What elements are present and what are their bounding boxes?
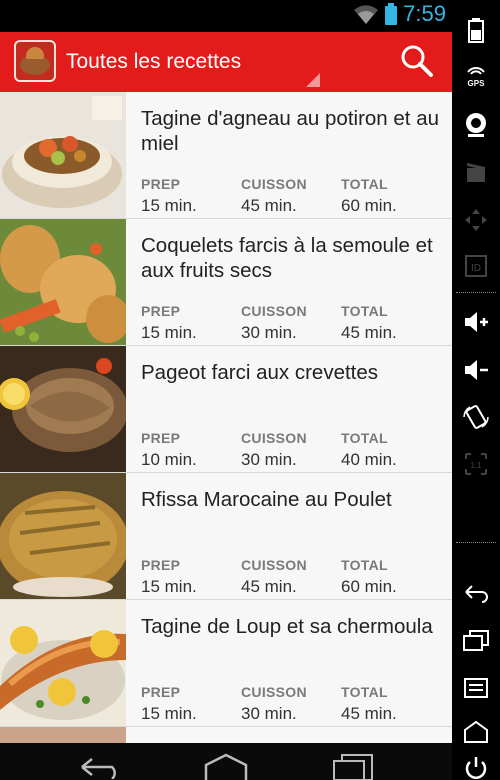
dropdown-indicator-icon[interactable] (306, 73, 320, 87)
recipe-times: PREP 15 min. CUISSON 30 min. TOTAL 45 min. (141, 684, 441, 724)
total-value: 60 min. (341, 577, 397, 596)
recents-icon[interactable] (462, 626, 490, 654)
cook-label: CUISSON (241, 557, 307, 573)
recipe-thumbnail (0, 346, 126, 472)
total-value: 45 min. (341, 323, 397, 342)
phone-screen: 7:59 Toutes les recettes Tagine d'agneau… (0, 0, 452, 743)
cook-value: 45 min. (241, 196, 297, 215)
total-label: TOTAL (341, 303, 388, 319)
status-clock: 7:59 (403, 1, 446, 26)
svg-text:1:1: 1:1 (470, 461, 482, 470)
navigation-bar (0, 743, 500, 780)
back-icon[interactable] (462, 578, 490, 606)
total-label: TOTAL (341, 557, 388, 573)
list-item[interactable]: Tagine de Loup et sa chermoula PREP 15 mi… (0, 600, 452, 727)
prep-label: PREP (141, 176, 181, 192)
cook-value: 30 min. (241, 323, 297, 342)
prep-value: 15 min. (141, 577, 197, 596)
volume-down-icon[interactable] (462, 356, 490, 384)
recipe-thumbnail (0, 92, 126, 218)
recipe-thumbnail (0, 473, 126, 599)
menu-icon[interactable] (462, 674, 490, 702)
back-icon[interactable] (78, 755, 122, 779)
recipe-title: Tagine de Loup et sa chermoula (141, 615, 433, 638)
home-icon[interactable] (203, 753, 249, 780)
dpad-icon[interactable] (462, 206, 490, 234)
id-icon[interactable]: ID (462, 252, 490, 280)
total-label: TOTAL (341, 684, 388, 700)
total-value: 40 min. (341, 450, 397, 469)
prep-value: 15 min. (141, 196, 197, 215)
total-label: TOTAL (341, 176, 388, 192)
page-title[interactable]: Toutes les recettes (66, 50, 241, 74)
volume-up-icon[interactable] (462, 308, 490, 336)
prep-value: 15 min. (141, 704, 197, 723)
cook-label: CUISSON (241, 303, 307, 319)
prep-label: PREP (141, 430, 181, 446)
camera-icon[interactable] (462, 110, 490, 138)
recipe-times: PREP 10 min. CUISSON 30 min. TOTAL 40 min. (141, 430, 441, 470)
prep-label: PREP (141, 684, 181, 700)
recipe-title: Pageot farci aux crevettes (141, 361, 379, 384)
recipe-thumbnail (0, 600, 126, 726)
battery-icon (385, 3, 398, 25)
recipe-thumbnail (0, 219, 126, 345)
cook-label: CUISSON (241, 684, 307, 700)
recipe-title: Rfissa Marocaine au Poulet (141, 488, 392, 511)
power-icon[interactable] (462, 754, 490, 780)
recipe-list: Tagine d'agneau au potiron et au miel PR… (0, 92, 452, 727)
recents-icon[interactable] (332, 753, 374, 780)
list-item[interactable]: Pageot farci aux crevettes PREP 10 min. C… (0, 346, 452, 473)
svg-text:GPS: GPS (468, 79, 486, 88)
scale-icon[interactable]: 1:1 (462, 450, 490, 478)
prep-label: PREP (141, 303, 181, 319)
prep-value: 10 min. (141, 450, 197, 469)
emulator-sidebar: GPS ID 1:1 (452, 0, 500, 780)
rotate-icon[interactable] (462, 403, 490, 431)
total-label: TOTAL (341, 430, 388, 446)
cook-value: 30 min. (241, 450, 297, 469)
cook-value: 45 min. (241, 577, 297, 596)
total-value: 45 min. (341, 704, 397, 723)
list-item[interactable]: Tagine d'agneau au potiron et au miel PR… (0, 92, 452, 219)
recipe-times: PREP 15 min. CUISSON 30 min. TOTAL 45 min. (141, 303, 441, 343)
home-icon[interactable] (462, 718, 490, 746)
cook-label: CUISSON (241, 176, 307, 192)
recipe-times: PREP 15 min. CUISSON 45 min. TOTAL 60 min. (141, 557, 441, 597)
recipe-title: Coquelets farcis à la semoule et aux fru… (141, 234, 433, 282)
list-item[interactable]: Coquelets farcis à la semoule et aux fru… (0, 219, 452, 346)
clapper-icon[interactable] (462, 158, 490, 186)
action-bar: Toutes les recettes (0, 32, 452, 92)
list-item[interactable]: Rfissa Marocaine au Poulet PREP 15 min. C… (0, 473, 452, 600)
wifi-icon (354, 5, 379, 24)
list-item-partial[interactable] (0, 727, 452, 743)
svg-text:ID: ID (471, 263, 481, 274)
cook-label: CUISSON (241, 430, 307, 446)
gps-icon[interactable]: GPS (462, 62, 490, 90)
recipe-times: PREP 15 min. CUISSON 45 min. TOTAL 60 min. (141, 176, 441, 216)
battery-icon[interactable] (462, 16, 490, 44)
search-icon[interactable] (398, 42, 438, 82)
recipe-thumbnail (0, 727, 126, 743)
prep-value: 15 min. (141, 323, 197, 342)
recipe-title: Tagine d'agneau au potiron et au miel (141, 107, 439, 155)
status-bar: 7:59 (0, 0, 452, 32)
cook-value: 30 min. (241, 704, 297, 723)
prep-label: PREP (141, 557, 181, 573)
total-value: 60 min. (341, 196, 397, 215)
app-logo[interactable] (14, 40, 56, 82)
